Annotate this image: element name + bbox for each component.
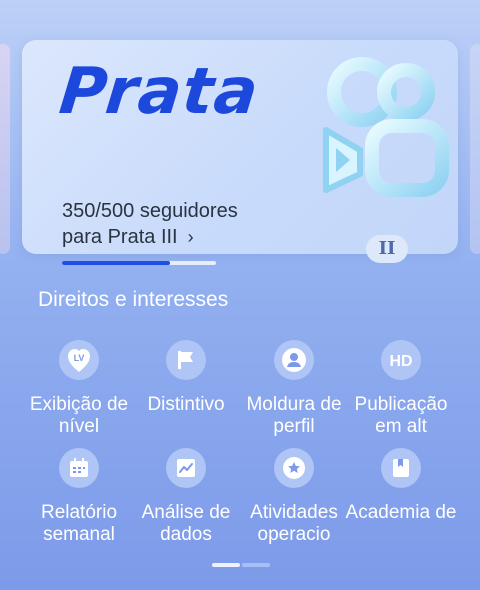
benefit-academy[interactable]: Academia de	[344, 448, 458, 544]
benefit-label: Exibição de nível	[29, 394, 129, 436]
next-tier-label: para Prata III	[62, 226, 178, 248]
previous-tier-card[interactable]	[0, 44, 10, 254]
benefit-level-display[interactable]: LV Exibição de nível	[22, 340, 136, 436]
benefit-label: Atividades operacio	[250, 502, 338, 544]
hd-icon: HD	[381, 340, 421, 380]
next-tier-card[interactable]	[470, 44, 480, 254]
tier-logo-icon	[323, 57, 449, 197]
benefit-profile-frame[interactable]: Moldura de perfil	[237, 340, 351, 436]
benefit-label: Distintivo	[147, 394, 225, 415]
benefit-label: Relatório semanal	[40, 502, 118, 544]
benefit-badge[interactable]: Distintivo	[129, 340, 243, 436]
benefit-label: Moldura de perfil	[246, 394, 342, 436]
page-indicator	[212, 563, 270, 567]
progress-text[interactable]: 350/500 seguidores para Prata III ›	[62, 198, 238, 250]
follower-count: 350/500 seguidores	[62, 200, 238, 222]
avatar-frame-icon	[274, 340, 314, 380]
tier-card[interactable]: Prata 350/500 seguidores para Prata III ›…	[22, 40, 458, 265]
benefit-operational-activities[interactable]: Atividades operacio	[237, 448, 351, 544]
calendar-icon	[59, 448, 99, 488]
progress-fill	[62, 261, 170, 265]
page-dot	[242, 563, 270, 567]
benefit-label: Publicação em alt	[354, 394, 448, 436]
benefit-label: Análise de dados	[141, 502, 231, 544]
page-dot-active	[212, 563, 240, 567]
benefit-hd-post[interactable]: HD Publicação em alt	[344, 340, 458, 436]
lv-badge-icon: LV	[59, 340, 99, 380]
benefits-grid: LV Exibição de nível Distintivo Moldura …	[22, 340, 458, 544]
flag-icon	[166, 340, 206, 380]
trend-chart-icon	[166, 448, 206, 488]
book-icon	[381, 448, 421, 488]
tier-title: Prata	[56, 55, 263, 129]
svg-text:HD: HD	[389, 353, 412, 370]
star-badge-icon	[274, 448, 314, 488]
chevron-right-icon: ›	[187, 227, 194, 247]
svg-text:LV: LV	[74, 353, 85, 363]
benefits-title: Direitos e interesses	[38, 288, 229, 311]
level-badge: II	[366, 235, 408, 263]
progress-bar	[62, 261, 216, 265]
benefit-weekly-report[interactable]: Relatório semanal	[22, 448, 136, 544]
benefit-data-analysis[interactable]: Análise de dados	[129, 448, 243, 544]
benefit-label: Academia de	[345, 502, 457, 523]
